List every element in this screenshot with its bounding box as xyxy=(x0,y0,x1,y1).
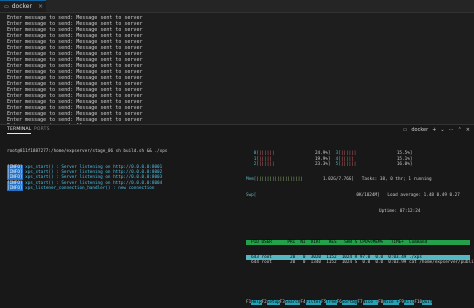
cpu-bar: |||||| xyxy=(340,161,357,167)
info-tag: [INFO] xyxy=(7,185,23,191)
shell-command: root@811f1887277:/home/expserver/stage_0… xyxy=(7,149,168,155)
terminal-left-pane[interactable]: root@811f1887277:/home/expserver/stage_0… xyxy=(7,139,167,201)
log-lines: [INFO] xps_start() : Server listening on… xyxy=(7,165,167,191)
tab-ports[interactable]: PORTS xyxy=(34,127,50,132)
maximize-icon[interactable]: ⌃ xyxy=(458,127,462,133)
tab-terminal[interactable]: TERMINAL xyxy=(7,127,32,134)
cpu-meters: 0[|||||| 24.9%] 3[|||||| 15.5%] 1[||||| 19.… xyxy=(246,151,470,167)
log-line: [INFO] xps_listener_connection_handler()… xyxy=(7,185,167,191)
fkey-action[interactable]: Filter xyxy=(305,300,322,305)
fkey-action[interactable]: Setup xyxy=(266,300,280,305)
terminal-icon: ▭ xyxy=(402,127,408,133)
editor-tab-bar: ▭ docker × xyxy=(0,0,474,13)
fkey-action[interactable]: Nice - xyxy=(362,300,379,305)
memory-row: Mem[|||||||||||||||||| 1.02G/7.76G] Tasks… xyxy=(246,177,432,183)
panel-actions: ▭ docker + ⌄ ⋯ ⌃ × xyxy=(403,126,470,134)
fkey-action[interactable]: Quit xyxy=(422,300,433,305)
close-icon[interactable]: × xyxy=(38,3,43,10)
fkey-label: F2 xyxy=(261,300,267,305)
chevron-down-icon[interactable]: ⌄ xyxy=(440,127,444,133)
swap-row: Swp[0K/1024M] Load average: 1.48 0.49 0.… xyxy=(246,193,460,199)
info-tag: [INFO] xyxy=(7,175,23,181)
fkey-action[interactable]: Tree xyxy=(326,300,337,305)
process-table: 643 root 20 0 3020 1152 1024 R 97.0 0.0 … xyxy=(246,255,474,265)
panel-tab-bar: TERMINAL PORTS ▭ docker + ⌄ ⋯ ⌃ × xyxy=(0,125,474,135)
load-average-text: Load average: 1.48 0.49 0.27 xyxy=(387,193,460,199)
cpu-row: 2[|||||| 23.3%] 5[|||||| 16.0%] xyxy=(246,162,470,167)
more-icon[interactable]: ⋯ xyxy=(449,127,454,133)
htop-pane[interactable]: 0[|||||| 24.9%] 3[|||||| 15.5%] 1[||||| 19.… xyxy=(246,141,474,271)
fkey-action[interactable]: SortBy xyxy=(341,300,358,305)
tasks-text: Tasks: 38, 0 thr; 1 running xyxy=(361,177,432,183)
cpu-percent: 16.0%] xyxy=(396,161,413,167)
cpu-bar: |||||| xyxy=(258,161,275,167)
process-row[interactable]: 644 root 20 0 1340 1152 1024 S 0.0 0.0 0… xyxy=(246,260,474,265)
uptime-row: Uptime: 07:12:24 xyxy=(246,209,470,214)
cpu-label: 2[ xyxy=(246,161,259,167)
terminal-name[interactable]: docker xyxy=(411,127,428,133)
close-panel-icon[interactable]: × xyxy=(466,127,470,133)
log-text: xps_listener_connection_handler() : new … xyxy=(22,185,155,191)
process-table-header[interactable]: PID USER PRI NI VIRT RES SHR S CPU%▽MEM%… xyxy=(246,239,470,245)
fkey-label: F7 xyxy=(357,300,363,305)
fkey-action[interactable]: Search xyxy=(284,300,301,305)
editor-output: Enter message to send: Message sent to s… xyxy=(7,15,142,129)
fkey-action[interactable]: Nice + xyxy=(383,300,399,305)
fkey-action[interactable]: Kill xyxy=(404,300,415,305)
cpu-percent: 23.3%] xyxy=(314,161,331,167)
uptime-text: Uptime: 07:12:24 xyxy=(379,208,421,214)
fkey-label: F10 xyxy=(414,300,423,305)
fkey-label: F4 xyxy=(300,300,306,305)
terminal-editor-area[interactable]: Enter message to send: Message sent to s… xyxy=(0,13,474,129)
tab-docker[interactable]: ▭ docker × xyxy=(0,0,46,12)
info-tag: [INFO] xyxy=(7,180,23,186)
tab-title: docker xyxy=(11,3,32,10)
function-key-bar: F1HelpF2SetupF3SearchF4FilterF5TreeF6Sor… xyxy=(246,300,433,305)
add-terminal-icon[interactable]: + xyxy=(432,127,436,133)
terminal-icon: ▭ xyxy=(4,3,9,10)
fkey-action[interactable]: Help xyxy=(251,300,262,305)
